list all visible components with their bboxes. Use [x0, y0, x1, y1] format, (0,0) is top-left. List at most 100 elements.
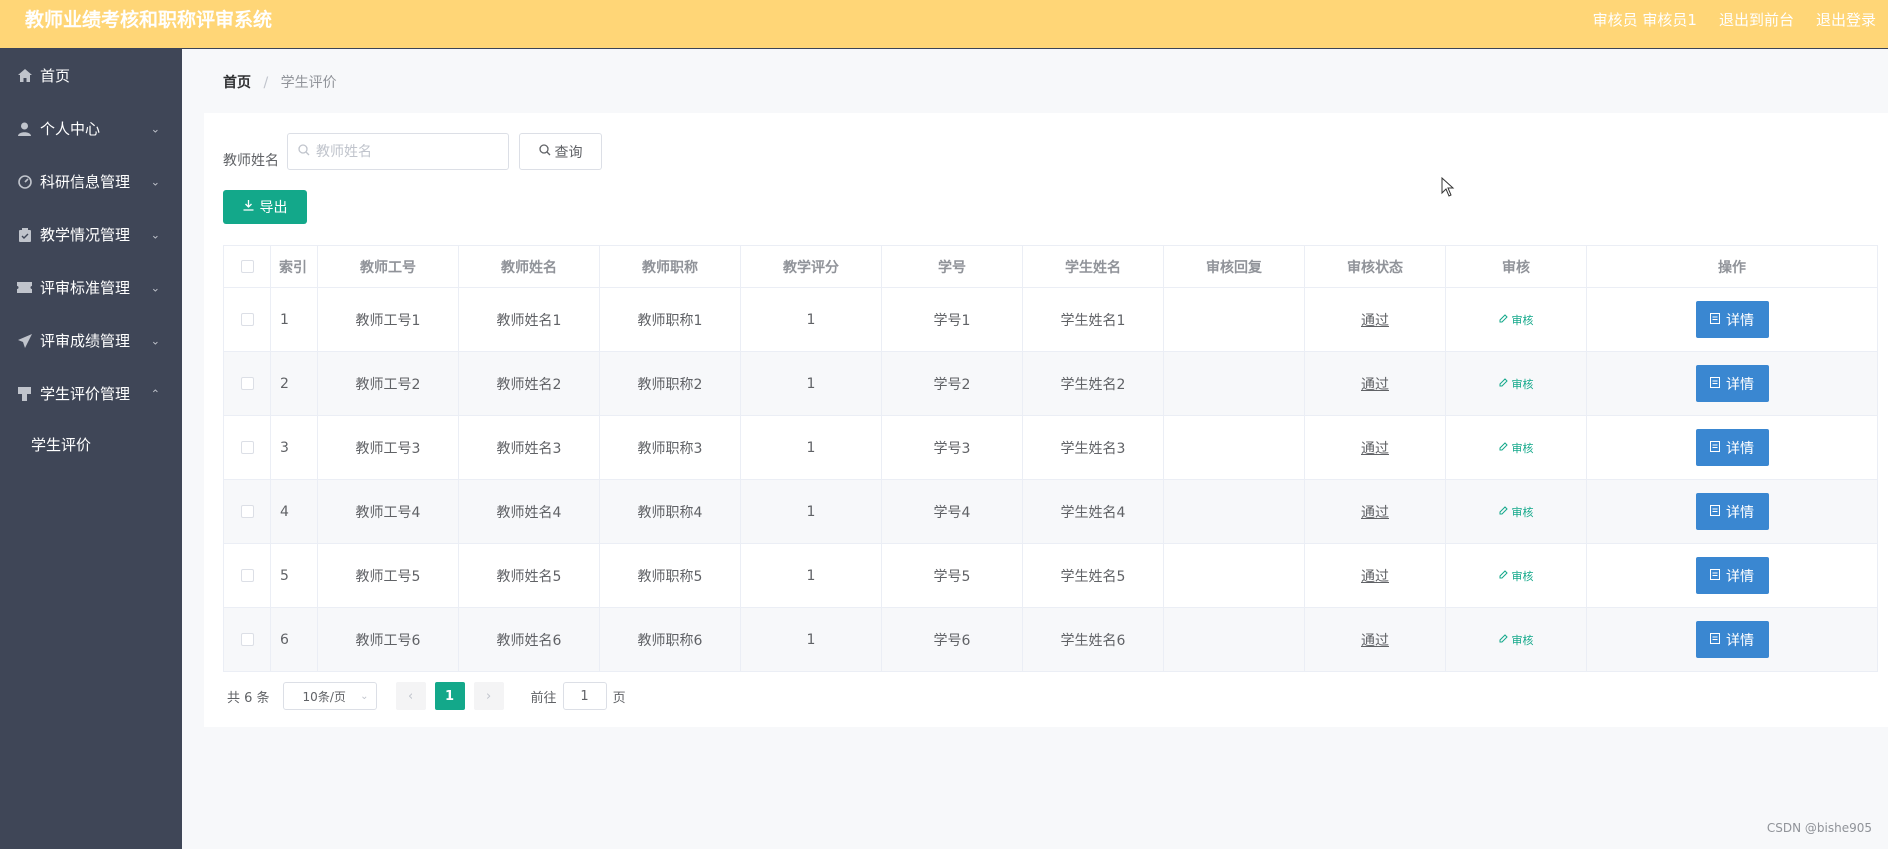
audit-link[interactable]: 审核 — [1499, 632, 1534, 648]
detail-button-label: 详情 — [1726, 312, 1754, 329]
sidebar-item-home[interactable]: 首页 — [0, 49, 182, 102]
document-icon — [1710, 376, 1720, 392]
audit-link-label: 审核 — [1511, 441, 1534, 455]
search-icon — [298, 143, 310, 160]
sidebar-item-research[interactable]: 科研信息管理 ⌄ — [0, 155, 182, 208]
detail-button[interactable]: 详情 — [1695, 429, 1769, 466]
row-checkbox[interactable] — [240, 505, 254, 518]
current-user: 审核员 审核员1 — [1592, 11, 1697, 29]
edit-icon — [1499, 313, 1508, 326]
sidebar-item-personal-center[interactable]: 个人中心 ⌄ — [0, 102, 182, 155]
search-button[interactable]: 查询 — [519, 133, 602, 170]
cell-index: 5 — [270, 543, 318, 608]
back-to-front-link[interactable]: 退出到前台 — [1719, 0, 1794, 41]
cell-audit: 审核 — [1445, 479, 1587, 544]
prev-page-button[interactable]: ‹ — [395, 682, 426, 710]
user-icon — [17, 121, 32, 136]
breadcrumb: 首页 / 学生评价 — [223, 72, 337, 92]
export-button[interactable]: 导出 — [223, 190, 307, 224]
audit-link-label: 审核 — [1511, 377, 1534, 391]
page-number-current[interactable]: 1 — [434, 682, 465, 710]
detail-button[interactable]: 详情 — [1695, 621, 1769, 658]
chevron-right-icon: › — [485, 688, 492, 704]
row-checkbox[interactable] — [240, 441, 254, 454]
row-select-cell — [223, 287, 271, 352]
document-icon — [1710, 440, 1720, 456]
cell-status: 通过 — [1304, 543, 1446, 608]
detail-button[interactable]: 详情 — [1695, 557, 1769, 594]
audit-link-label: 审核 — [1511, 313, 1534, 327]
page-size-select[interactable]: 10条/页 ⌄ — [282, 682, 377, 710]
status-text: 通过 — [1361, 312, 1389, 329]
sidebar-item-label: 个人中心 — [40, 120, 101, 138]
cell-reply — [1163, 287, 1305, 352]
row-select-cell — [223, 543, 271, 608]
search-button-label: 查询 — [554, 144, 583, 161]
cell-status: 通过 — [1304, 287, 1446, 352]
chevron-down-icon: ⌄ — [150, 334, 160, 347]
row-checkbox[interactable] — [240, 313, 254, 326]
cell-teacher-title: 教师职称3 — [599, 415, 741, 480]
row-checkbox[interactable] — [240, 377, 254, 390]
teacher-name-input[interactable] — [316, 143, 496, 160]
audit-link[interactable]: 审核 — [1499, 312, 1534, 328]
sidebar-item-scores[interactable]: 评审成绩管理 ⌄ — [0, 314, 182, 367]
row-checkbox[interactable] — [240, 569, 254, 582]
jump-page-input[interactable] — [562, 682, 607, 710]
detail-button[interactable]: 详情 — [1695, 493, 1769, 530]
audit-link[interactable]: 审核 — [1499, 440, 1534, 456]
cell-action: 详情 — [1586, 287, 1878, 352]
cell-teacher-title: 教师职称1 — [599, 287, 741, 352]
cell-teacher-no: 教师工号1 — [317, 287, 459, 352]
detail-button[interactable]: 详情 — [1695, 365, 1769, 402]
send-icon — [17, 333, 32, 348]
mouse-cursor-icon — [1441, 176, 1455, 201]
header-actions: 审核员 审核员1 退出到前台 退出登录 — [1593, 0, 1876, 41]
column-header: 教师职称 — [599, 245, 741, 288]
chevron-down-icon: ⌄ — [360, 690, 369, 702]
sidebar-item-label: 评审成绩管理 — [40, 332, 131, 350]
select-all-checkbox[interactable] — [240, 260, 254, 273]
jump-suffix: 页 — [612, 690, 626, 706]
cell-reply — [1163, 479, 1305, 544]
detail-button[interactable]: 详情 — [1695, 301, 1769, 338]
audit-link[interactable]: 审核 — [1499, 376, 1534, 392]
column-header: 学生姓名 — [1022, 245, 1164, 288]
chevron-down-icon: ⌄ — [150, 175, 160, 188]
breadcrumb-current: 学生评价 — [280, 75, 337, 91]
select-all-cell — [223, 245, 271, 288]
cell-teacher-title: 教师职称2 — [599, 351, 741, 416]
column-header: 操作 — [1586, 245, 1878, 288]
logout-link[interactable]: 退出登录 — [1816, 0, 1876, 41]
column-header: 审核 — [1445, 245, 1587, 288]
row-checkbox[interactable] — [240, 633, 254, 646]
status-text: 通过 — [1361, 376, 1389, 393]
audit-link[interactable]: 审核 — [1499, 504, 1534, 520]
cell-audit: 审核 — [1445, 607, 1587, 672]
gauge-icon — [17, 174, 32, 189]
cell-student-name: 学生姓名6 — [1022, 607, 1164, 672]
document-icon — [1710, 632, 1720, 648]
sidebar-item-standards[interactable]: 评审标准管理 ⌄ — [0, 261, 182, 314]
sidebar-item-teaching[interactable]: 教学情况管理 ⌄ — [0, 208, 182, 261]
pagination: 共 6 条 10条/页 ⌄ ‹ 1 › 前往 页 — [223, 682, 626, 710]
sidebar-item-student-evaluation[interactable]: 学生评价管理 ⌃ — [0, 367, 182, 420]
cell-score: 1 — [740, 479, 882, 544]
breadcrumb-home[interactable]: 首页 — [223, 75, 251, 91]
cell-teacher-name: 教师姓名3 — [458, 415, 600, 480]
next-page-button[interactable]: › — [473, 682, 504, 710]
cell-student-no: 学号4 — [881, 479, 1023, 544]
sidebar-item-label: 学生评价管理 — [40, 385, 131, 403]
column-header: 索引 — [270, 245, 318, 288]
cell-audit: 审核 — [1445, 351, 1587, 416]
edit-icon — [1499, 505, 1508, 518]
audit-link[interactable]: 审核 — [1499, 568, 1534, 584]
chevron-left-icon: ‹ — [407, 688, 414, 704]
search-input-wrapper[interactable] — [287, 133, 509, 170]
chevron-up-icon: ⌃ — [150, 387, 160, 400]
sidebar-subitem-student-evaluation[interactable]: 学生评价 — [0, 420, 182, 468]
breadcrumb-separator: / — [263, 75, 269, 91]
cell-student-name: 学生姓名1 — [1022, 287, 1164, 352]
row-select-cell — [223, 415, 271, 480]
app-title: 教师业绩考核和职称评审系统 — [25, 9, 273, 31]
